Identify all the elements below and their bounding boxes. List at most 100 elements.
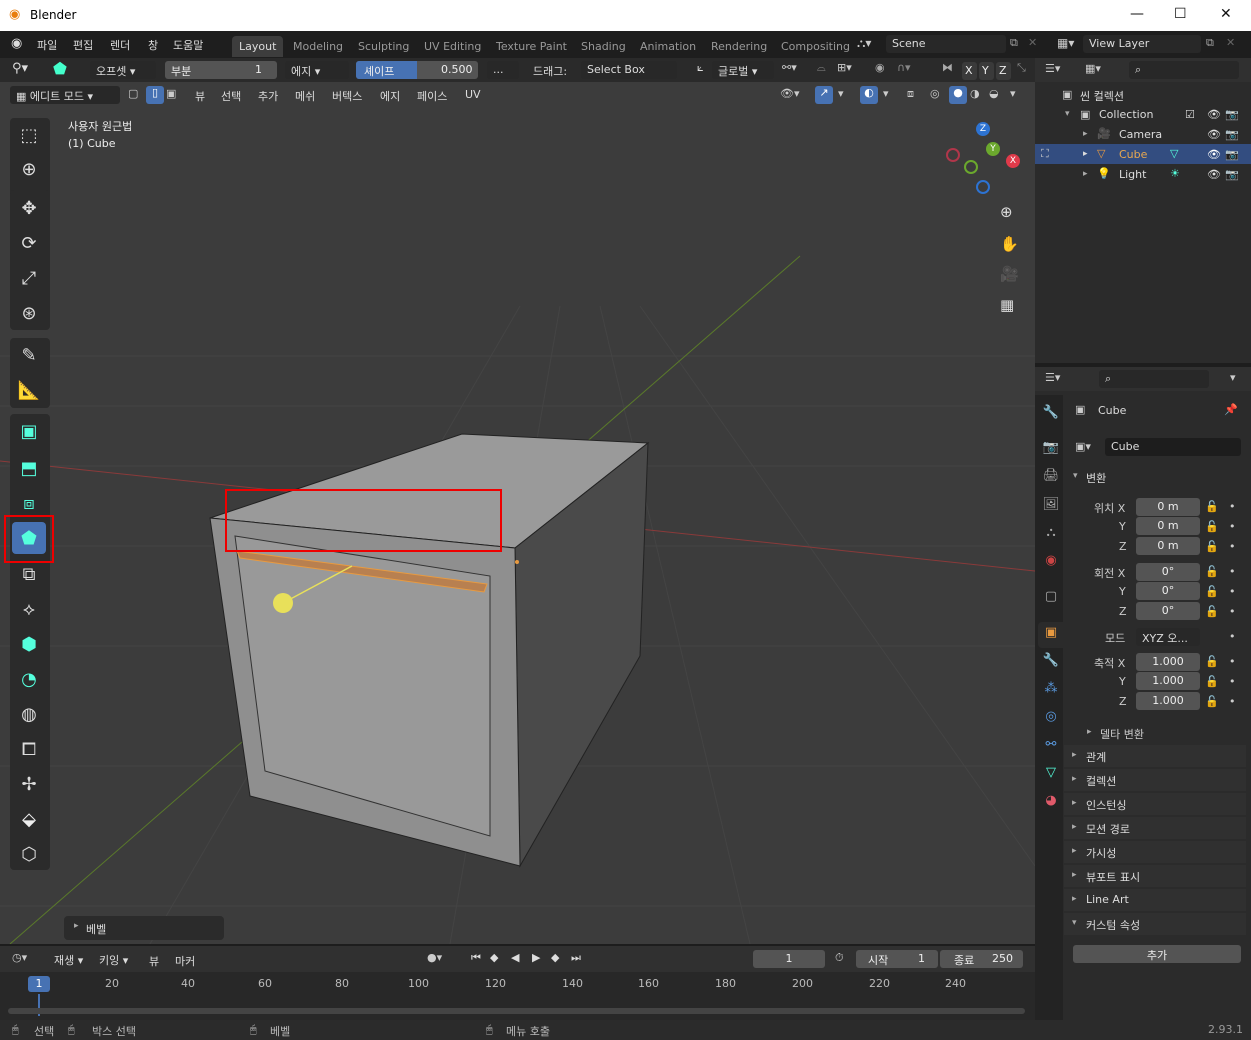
- playhead[interactable]: 1: [28, 976, 50, 992]
- visibility-icon[interactable]: 👁▾: [780, 87, 800, 100]
- gizmo-y-axis[interactable]: Y: [986, 142, 1000, 156]
- tab-modeling[interactable]: Modeling: [286, 36, 350, 57]
- keyframe-location-y-icon[interactable]: •: [1229, 520, 1236, 533]
- shading-dropdown-icon[interactable]: ▾: [1010, 87, 1016, 100]
- tab-uv-editing[interactable]: UV Editing: [417, 36, 488, 57]
- blender-menu-icon[interactable]: ◉: [11, 36, 22, 51]
- overlays-icon[interactable]: ◐: [860, 86, 878, 104]
- expand-collection-icon[interactable]: ▾: [1065, 109, 1070, 119]
- edge-slide-tool-icon[interactable]: ⧠: [12, 733, 46, 765]
- scene-field[interactable]: Scene: [886, 35, 1006, 53]
- outliner-item-cube[interactable]: Cube: [1119, 148, 1147, 161]
- section-motion-paths[interactable]: ▸ 모션 경로: [1064, 817, 1246, 839]
- keyframe-rotation-x-icon[interactable]: •: [1229, 565, 1236, 578]
- eye-icon[interactable]: 👁: [1207, 108, 1221, 121]
- physics-props-icon[interactable]: ◎: [1041, 709, 1061, 729]
- gizmo-toggle-icon[interactable]: ↗: [815, 86, 833, 104]
- wireframe-shading-icon[interactable]: ◎: [930, 87, 940, 100]
- gizmo-neg-z[interactable]: [976, 180, 990, 194]
- add-custom-property-button[interactable]: 추가: [1073, 945, 1241, 963]
- start-frame-field[interactable]: 시작 1: [856, 950, 938, 968]
- expand-camera-icon[interactable]: ▸: [1083, 129, 1088, 139]
- scale-x-field[interactable]: 1.000: [1136, 653, 1200, 671]
- solid-shading-icon[interactable]: ●: [949, 86, 967, 104]
- offset-dropdown[interactable]: 오프셋 ▾: [90, 61, 156, 79]
- keyframe-rotation-z-icon[interactable]: •: [1229, 605, 1236, 618]
- particles-props-icon[interactable]: ⁂: [1041, 681, 1061, 701]
- orientation-dropdown[interactable]: 글로벌 ▾: [712, 61, 774, 79]
- remove-scene-icon[interactable]: ✕: [1028, 36, 1037, 49]
- location-x-field[interactable]: 0 m: [1136, 498, 1200, 516]
- tab-compositing[interactable]: Compositing: [774, 36, 857, 57]
- affect-dropdown[interactable]: 에지 ▾: [285, 61, 349, 79]
- mirror-y-toggle[interactable]: Y: [979, 62, 994, 80]
- menu-help[interactable]: 도움말: [173, 37, 203, 53]
- keyframe-rotation-y-icon[interactable]: •: [1229, 585, 1236, 598]
- gizmo-neg-x[interactable]: [946, 148, 960, 162]
- lock-scale-x-icon[interactable]: 🔓: [1205, 655, 1219, 668]
- lock-rotation-z-icon[interactable]: 🔓: [1205, 605, 1219, 618]
- close-icon[interactable]: ✕: [1220, 6, 1232, 22]
- knife-tool-icon[interactable]: ⟡: [12, 593, 46, 625]
- cursor-tool-icon[interactable]: ⊕: [12, 153, 46, 185]
- operator-panel[interactable]: ▸ 베벨: [64, 916, 224, 940]
- more-options-dropdown[interactable]: ...: [487, 61, 519, 79]
- view-layer-props-icon[interactable]: 🖼: [1041, 497, 1061, 517]
- lock-rotation-y-icon[interactable]: 🔓: [1205, 585, 1219, 598]
- camera-visibility-icon[interactable]: 👁: [1207, 128, 1221, 141]
- delta-transform-subpanel[interactable]: 델타 변환: [1100, 726, 1144, 742]
- light-render-icon[interactable]: 📷: [1225, 168, 1239, 181]
- properties-editor-type-icon[interactable]: ☰▾: [1045, 371, 1060, 384]
- rendered-shading-icon[interactable]: ◒: [989, 87, 999, 100]
- scene-collection-label[interactable]: 씬 컬렉션: [1080, 88, 1124, 104]
- constraints-props-icon[interactable]: ⚯: [1041, 737, 1061, 757]
- mirror-z-toggle[interactable]: Z: [996, 62, 1011, 80]
- scale-z-field[interactable]: 1.000: [1136, 692, 1200, 710]
- viewport-menu-mesh[interactable]: 메쉬: [295, 88, 315, 104]
- measure-tool-icon[interactable]: 📐: [12, 374, 46, 406]
- tab-layout[interactable]: Layout: [232, 36, 284, 57]
- properties-search-input[interactable]: ⌕: [1099, 370, 1209, 388]
- cube-visibility-icon[interactable]: 👁: [1207, 148, 1221, 161]
- object-browse-icon[interactable]: ▣▾: [1075, 440, 1091, 453]
- tab-texture-paint[interactable]: Texture Paint: [489, 36, 574, 57]
- vertex-select-icon[interactable]: ▢: [128, 87, 138, 100]
- gizmo-z-axis[interactable]: Z: [976, 122, 990, 136]
- keyframe-scale-z-icon[interactable]: •: [1229, 695, 1236, 708]
- stopwatch-icon[interactable]: ⏱: [835, 951, 844, 965]
- camera-view-icon[interactable]: 🎥: [1000, 265, 1019, 283]
- mirror-icon[interactable]: ⧓: [942, 61, 953, 74]
- lock-location-z-icon[interactable]: 🔓: [1205, 540, 1219, 553]
- tab-sculpting[interactable]: Sculpting: [351, 36, 416, 57]
- snap-target-icon[interactable]: ⊞▾: [837, 61, 852, 74]
- section-visibility[interactable]: ▸ 가시성: [1064, 841, 1246, 863]
- material-shading-icon[interactable]: ◑: [970, 87, 980, 100]
- section-relations[interactable]: ▸ 관계: [1064, 745, 1246, 767]
- edge-select-icon[interactable]: ▯: [146, 86, 164, 104]
- tool-props-icon[interactable]: 🔧: [1041, 405, 1061, 425]
- scene-icon[interactable]: ⛬▾: [857, 36, 871, 51]
- snap-icon[interactable]: ⌓: [817, 61, 826, 75]
- next-keyframe-icon[interactable]: ◆: [551, 951, 559, 964]
- poly-build-tool-icon[interactable]: ⬢: [12, 628, 46, 660]
- current-frame-field[interactable]: 1: [753, 950, 825, 968]
- lock-location-y-icon[interactable]: 🔓: [1205, 520, 1219, 533]
- add-cube-tool-icon[interactable]: ▣: [12, 415, 46, 447]
- proportional-editing-icon[interactable]: ◉: [875, 61, 885, 74]
- location-y-field[interactable]: 0 m: [1136, 517, 1200, 535]
- keying-menu[interactable]: 키잉 ▾: [93, 950, 139, 968]
- transform-tool-icon[interactable]: ⊛: [12, 297, 46, 329]
- orientation-icon[interactable]: ⟀: [697, 61, 704, 75]
- lock-scale-y-icon[interactable]: 🔓: [1205, 675, 1219, 688]
- rotate-tool-icon[interactable]: ⟳: [12, 227, 46, 259]
- viewport-menu-vertex[interactable]: 버텍스: [332, 88, 362, 104]
- expand-light-icon[interactable]: ▸: [1083, 169, 1088, 179]
- view-layer-field[interactable]: View Layer: [1083, 35, 1201, 53]
- auto-merge-icon[interactable]: ⤡: [1017, 61, 1026, 75]
- transform-section-title[interactable]: 변환: [1086, 470, 1106, 486]
- drag-dropdown[interactable]: Select Box: [581, 61, 677, 79]
- camera-render-toggle-icon[interactable]: 📷: [1225, 128, 1239, 141]
- pivot-point-icon[interactable]: ⚯▾: [782, 61, 797, 74]
- falloff-icon[interactable]: ∩▾: [897, 61, 911, 74]
- menu-render[interactable]: 렌더: [110, 37, 130, 53]
